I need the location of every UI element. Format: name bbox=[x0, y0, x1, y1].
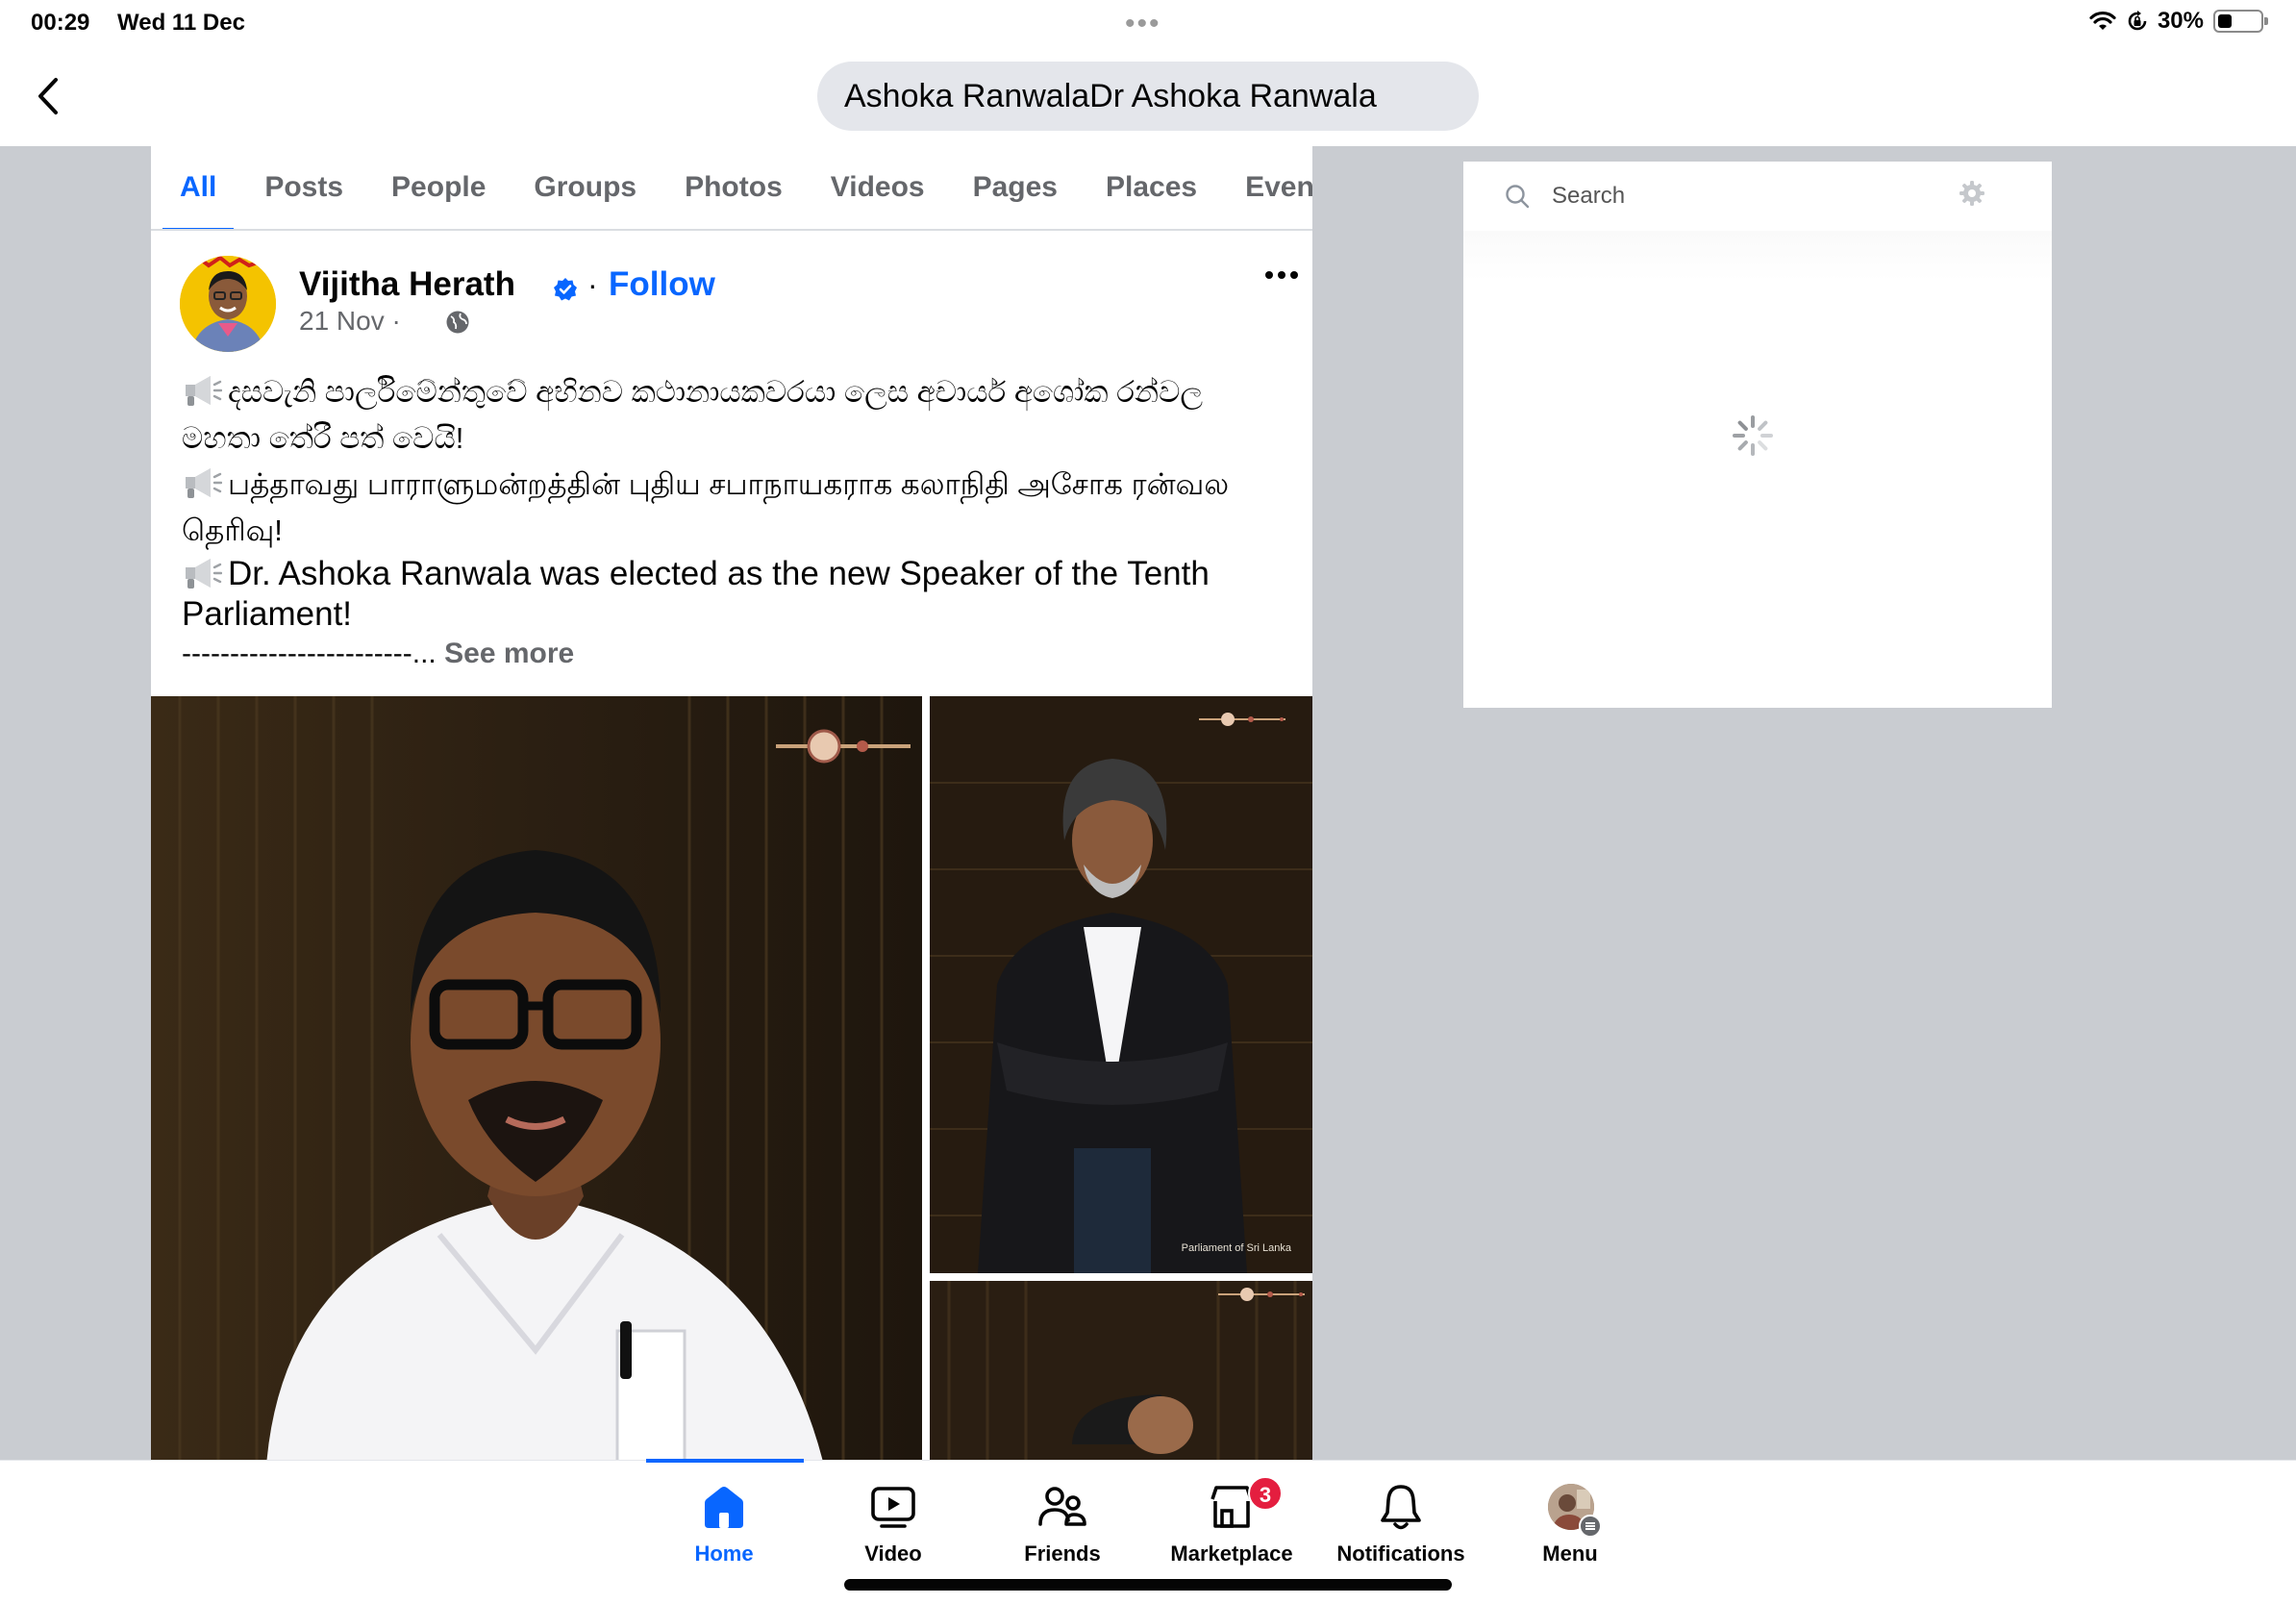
home-icon bbox=[705, 1487, 743, 1528]
search-icon bbox=[1506, 185, 1530, 209]
search-panel-divider bbox=[1463, 231, 2052, 281]
status-date: Wed 11 Dec bbox=[117, 10, 245, 36]
post-text-tamil: பத்தாவது பாராளுமன்றத்தின் புதிய சபாநாயகர… bbox=[182, 467, 1230, 547]
battery-icon bbox=[2213, 10, 2268, 33]
author-avatar-image bbox=[180, 256, 276, 352]
nav-marketplace[interactable]: 3 Marketplace bbox=[1150, 1474, 1313, 1570]
member-portrait-image bbox=[930, 1281, 1312, 1460]
header: Ashoka RanwalaDr Ashoka Ranwala bbox=[0, 48, 2296, 146]
screen-lock-icon bbox=[2128, 11, 2147, 31]
menu-overlay-icon bbox=[1579, 1515, 1602, 1538]
nav-notifications[interactable]: Notifications bbox=[1319, 1474, 1483, 1570]
multitasking-dots-icon[interactable]: ••• bbox=[1125, 8, 1161, 40]
tab-videos[interactable]: Videos bbox=[831, 146, 925, 229]
gear-icon[interactable] bbox=[1958, 179, 1986, 208]
more-icon bbox=[1265, 271, 1298, 279]
nav-menu[interactable]: Menu bbox=[1488, 1474, 1652, 1570]
back-button[interactable] bbox=[21, 69, 75, 123]
megaphone-icon bbox=[186, 559, 222, 589]
search-query-field[interactable]: Ashoka RanwalaDr Ashoka Ranwala bbox=[817, 62, 1479, 131]
search-results-feed: All Posts People Groups Photos Videos Pa… bbox=[151, 146, 1312, 1460]
battery-level bbox=[2218, 14, 2233, 28]
post-text-sinhala: දසවැනි පාර්ලිමේන්තුවේ අභිනව කථානායකවරයා … bbox=[182, 375, 1204, 455]
tab-photos[interactable]: Photos bbox=[685, 146, 783, 229]
right-search-panel bbox=[1463, 162, 2052, 708]
bottom-navigation: Home Video Friends 3 Marketplace Notific… bbox=[0, 1459, 2296, 1604]
post-text-english: Dr. Ashoka Ranwala was elected as the ne… bbox=[182, 555, 1210, 633]
post-line-english: Dr. Ashoka Ranwala was elected as the ne… bbox=[182, 554, 1278, 635]
speaker-portrait-image bbox=[151, 696, 922, 1460]
name-separator: · bbox=[587, 267, 598, 302]
verified-badge-icon bbox=[554, 278, 577, 301]
nav-menu-label: Menu bbox=[1542, 1541, 1598, 1566]
post-date[interactable]: 21 Nov · bbox=[299, 306, 401, 337]
post-header: Vijitha Herath · Follow 21 Nov · bbox=[180, 256, 1298, 356]
tab-posts[interactable]: Posts bbox=[264, 146, 343, 229]
follow-button[interactable]: Follow bbox=[609, 265, 715, 304]
post-line-tamil: பத்தாவது பாராளுமன்றத்தின் புதிய சபாநாயகர… bbox=[182, 462, 1278, 554]
tab-places[interactable]: Places bbox=[1106, 146, 1197, 229]
back-chevron-icon bbox=[38, 78, 58, 114]
post-photo-side-2[interactable] bbox=[930, 1281, 1312, 1460]
search-filter-tabs: All Posts People Groups Photos Videos Pa… bbox=[151, 146, 1312, 231]
post-photo-side-1[interactable]: Parliament of Sri Lanka bbox=[930, 696, 1312, 1273]
spinner-icon bbox=[1733, 415, 1773, 456]
see-more-line: ------------------------... See more bbox=[182, 635, 1278, 673]
megaphone-icon bbox=[186, 376, 222, 406]
tab-events[interactable]: Event bbox=[1245, 146, 1312, 229]
author-name[interactable]: Vijitha Herath bbox=[299, 265, 515, 304]
battery-percent: 30% bbox=[2157, 8, 2204, 34]
active-tab-indicator bbox=[646, 1459, 804, 1463]
nav-friends[interactable]: Friends bbox=[981, 1474, 1144, 1570]
tab-pages[interactable]: Pages bbox=[973, 146, 1058, 229]
status-bar: 00:29 Wed 11 Dec ••• 30% bbox=[0, 0, 2296, 48]
status-indicators: 30% bbox=[2088, 8, 2268, 35]
nav-home[interactable]: Home bbox=[642, 1474, 806, 1570]
nav-video-label: Video bbox=[864, 1541, 922, 1566]
nav-video[interactable]: Video bbox=[811, 1474, 975, 1570]
search-query-text: Ashoka RanwalaDr Ashoka Ranwala bbox=[844, 77, 1377, 114]
right-panel-search-input[interactable] bbox=[1552, 177, 1975, 215]
nav-marketplace-label: Marketplace bbox=[1170, 1541, 1293, 1566]
video-icon bbox=[871, 1487, 915, 1528]
see-more-link[interactable]: See more bbox=[444, 638, 574, 669]
tab-groups[interactable]: Groups bbox=[534, 146, 636, 229]
tab-all[interactable]: All bbox=[162, 146, 235, 229]
author-avatar[interactable] bbox=[180, 256, 276, 352]
tab-people[interactable]: People bbox=[391, 146, 486, 229]
speaker-standing-image bbox=[930, 696, 1312, 1273]
marketplace-badge: 3 bbox=[1248, 1476, 1283, 1511]
nav-home-label: Home bbox=[694, 1541, 754, 1566]
post-photo-main[interactable] bbox=[151, 696, 922, 1460]
wifi-icon bbox=[2089, 11, 2116, 30]
post-more-button[interactable] bbox=[1259, 256, 1305, 294]
dash-line: ------------------------... bbox=[182, 638, 437, 669]
post-body: දසවැනි පාර්ලිමේන්තුවේ අභිනව කථානායකවරයා … bbox=[182, 369, 1278, 673]
post-line-sinhala: දසවැනි පාර්ලිමේන්තුවේ අභිනව කථානායකවරයා … bbox=[182, 369, 1278, 462]
home-indicator[interactable] bbox=[844, 1579, 1452, 1591]
globe-icon bbox=[446, 311, 469, 334]
notifications-icon bbox=[1381, 1485, 1421, 1530]
status-time: 00:29 bbox=[31, 10, 90, 36]
nav-notifications-label: Notifications bbox=[1336, 1541, 1465, 1566]
friends-icon bbox=[1038, 1487, 1086, 1526]
nav-friends-label: Friends bbox=[1024, 1541, 1101, 1566]
megaphone-icon bbox=[186, 468, 222, 498]
photo-caption: Parliament of Sri Lanka bbox=[1181, 1242, 1291, 1254]
